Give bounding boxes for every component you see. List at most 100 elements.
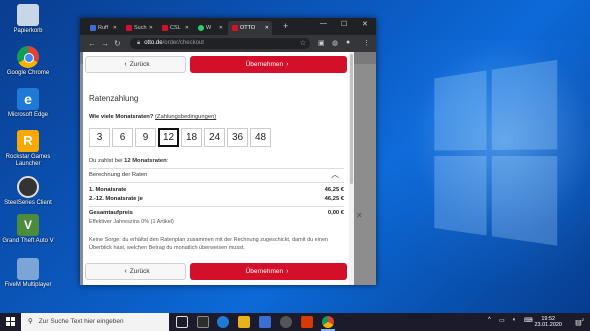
rate-option-18[interactable]: 18 xyxy=(181,128,202,147)
minimize-icon[interactable]: — xyxy=(320,20,327,27)
rate-option-36[interactable]: 36 xyxy=(227,128,248,147)
rate-option-3[interactable]: 3 xyxy=(89,128,110,147)
task-view-icon[interactable] xyxy=(176,316,188,328)
chrome-icon[interactable] xyxy=(322,316,334,328)
desktop-icon-steelseries[interactable]: SteelSeries Client xyxy=(2,176,54,207)
interest-rate-text: Effektiver Jahreszins 0% (1 Artikel) xyxy=(89,219,174,225)
desktop-icon-label: FiveM Multiplayer xyxy=(4,282,52,288)
store-icon[interactable] xyxy=(259,316,271,328)
desktop-icon-fivem[interactable]: FiveM Multiplayer xyxy=(2,258,54,289)
divider xyxy=(89,168,344,169)
desktop-icon-rockstar-launcher[interactable]: R Rockstar Games Launcher xyxy=(2,130,54,168)
desktop-icon-label: Grand Theft Auto V xyxy=(2,238,54,244)
fivem-icon xyxy=(17,258,39,280)
close-icon[interactable]: ✕ xyxy=(185,25,189,31)
tab-otto[interactable]: OTTO ✕ xyxy=(228,21,272,35)
accept-button-bottom[interactable]: Übernehmen › xyxy=(190,263,347,280)
tab-such[interactable]: Such ✕ xyxy=(122,21,156,35)
desktop-icon-gta-v[interactable]: V Grand Theft Auto V xyxy=(2,214,54,245)
total-surcharge-value: 0,00 € xyxy=(327,210,344,216)
maximize-icon[interactable]: ☐ xyxy=(341,20,347,28)
notification-center-icon[interactable]: ▤2 xyxy=(575,317,584,326)
windows-start-icon[interactable] xyxy=(6,317,16,327)
keyboard-icon[interactable]: ⌨ xyxy=(524,317,533,324)
close-window-icon[interactable]: ✕ xyxy=(362,20,368,28)
new-tab-icon[interactable]: + xyxy=(283,21,288,31)
taskbar-search-input[interactable]: ⚲ Zur Suche Text hier eingeben xyxy=(21,313,169,331)
rockstar-icon: R xyxy=(17,130,39,152)
pay-prefix: Du zahlst bei xyxy=(89,158,123,164)
accept-button[interactable]: Übernehmen › xyxy=(190,56,347,73)
chevron-left-icon: ‹ xyxy=(124,268,127,275)
conditions-link[interactable]: (Zahlungsbedingungen) xyxy=(155,114,216,120)
profile-avatar-icon[interactable]: ● xyxy=(346,39,350,46)
modal-title: Ratenzahlung xyxy=(89,94,139,103)
first-rate-row: 1. Monatsrate 46,25 € xyxy=(89,187,344,193)
tab-label: W xyxy=(206,25,212,31)
extension-icon[interactable]: ▣ xyxy=(318,39,325,47)
chevron-right-icon: › xyxy=(286,61,289,68)
reload-icon[interactable]: ↻ xyxy=(114,39,121,48)
close-icon[interactable]: ✕ xyxy=(356,211,363,220)
close-icon[interactable]: ✕ xyxy=(219,25,223,31)
app-icon[interactable] xyxy=(197,316,209,328)
next-rate-label: 2.-12. Monatsrate je xyxy=(89,196,143,202)
divider xyxy=(89,206,344,207)
chevron-up-icon[interactable]: ︿ xyxy=(331,169,339,180)
search-placeholder: Zur Suche Text hier eingeben xyxy=(38,318,124,325)
desktop-icon-recycle-bin[interactable]: Papierkorb xyxy=(2,4,54,35)
rate-option-6[interactable]: 6 xyxy=(112,128,133,147)
rate-option-24[interactable]: 24 xyxy=(204,128,225,147)
menu-dots-icon[interactable]: ⋮ xyxy=(363,39,370,47)
total-surcharge-row: Gesamtaufpreis 0,00 € xyxy=(89,210,344,216)
tray-chevron-icon[interactable]: ^ xyxy=(488,317,491,323)
breakdown-toggle-label[interactable]: Berechnung der Raten xyxy=(89,172,147,178)
url-domain: otto.de xyxy=(144,40,163,46)
recycle-bin-icon xyxy=(17,4,39,26)
first-rate-value: 46,25 € xyxy=(324,187,344,193)
steelseries-icon[interactable] xyxy=(280,316,292,328)
tab-csl[interactable]: CSL ✕ xyxy=(158,21,192,35)
desktop-icon-label: Google Chrome xyxy=(6,70,50,76)
system-clock[interactable]: 19:52 23.01.2020 xyxy=(534,316,562,328)
rate-option-48[interactable]: 48 xyxy=(250,128,271,147)
forward-arrow-icon[interactable]: → xyxy=(101,39,109,48)
close-icon[interactable]: ✕ xyxy=(265,25,269,31)
file-explorer-icon[interactable] xyxy=(238,316,250,328)
installment-modal: ‹ Zurück Übernehmen › Ratenzahlung Wie vie… xyxy=(83,52,349,285)
pay-suffix: : xyxy=(166,158,169,164)
office-icon[interactable] xyxy=(301,316,313,328)
tab-whatsapp[interactable]: W ✕ xyxy=(194,21,226,35)
volume-icon[interactable]: ◖ xyxy=(512,317,516,323)
chevron-right-icon: › xyxy=(286,268,289,275)
accept-button-label: Übernehmen xyxy=(245,268,284,275)
pay-value: 12 Monatsraten xyxy=(124,158,167,164)
back-button-bottom[interactable]: ‹ Zurück xyxy=(85,263,186,280)
tab-ruff[interactable]: Ruff ✕ xyxy=(86,21,120,35)
network-icon[interactable]: ▭ xyxy=(499,317,505,324)
close-icon[interactable]: ✕ xyxy=(113,25,117,31)
bookmark-star-icon[interactable]: ☆ xyxy=(300,38,306,49)
rate-option-9[interactable]: 9 xyxy=(135,128,156,147)
notification-count: 2 xyxy=(581,317,584,322)
desktop-icon-edge[interactable]: e Microsoft Edge xyxy=(2,88,54,119)
back-button[interactable]: ‹ Zurück xyxy=(85,56,186,73)
lock-icon: 🔒︎ xyxy=(137,40,141,46)
desktop-icon-chrome[interactable]: Google Chrome xyxy=(2,46,54,77)
url-input[interactable]: 🔒︎ otto.de/order/checkout ☆ xyxy=(130,38,310,49)
tab-favicon xyxy=(90,25,96,31)
rate-option-12-selected[interactable]: 12 xyxy=(158,128,179,147)
tab-label: Such xyxy=(134,25,147,31)
accept-button-label: Übernehmen xyxy=(245,61,284,68)
tab-favicon xyxy=(162,25,168,31)
extension-icon[interactable]: ◍ xyxy=(332,39,338,47)
scrollbar-thumb[interactable] xyxy=(350,54,353,184)
back-arrow-icon[interactable]: ← xyxy=(88,39,96,48)
total-surcharge-label: Gesamtaufpreis xyxy=(89,210,133,216)
reassurance-note: Keine Sorge: du erhältst den Ratenplan z… xyxy=(89,237,329,251)
edge-icon[interactable] xyxy=(217,316,229,328)
taskbar: ⚲ Zur Suche Text hier eingeben ^ ▭ ◖ ⌨ 19… xyxy=(0,313,590,331)
desktop-icon-label: SteelSeries Client xyxy=(4,200,52,206)
close-icon[interactable]: ✕ xyxy=(149,25,153,31)
desktop-icon-label: Rockstar Games Launcher xyxy=(5,154,51,167)
